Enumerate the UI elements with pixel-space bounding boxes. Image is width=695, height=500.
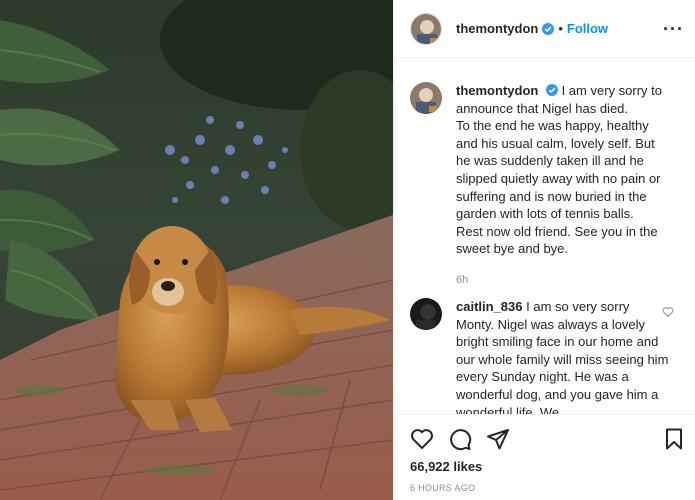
post-actions: 66,922 likes 6 HOURS AGO: [394, 414, 695, 500]
post-timestamp[interactable]: 6 HOURS AGO: [410, 483, 475, 493]
dog-on-brick-path-image: [0, 0, 393, 500]
comment-text: I am so very sorry Monty. Nigel was alwa…: [456, 299, 673, 414]
comment-button[interactable]: [448, 427, 472, 451]
share-icon: [487, 429, 509, 450]
profile-picture-icon: [410, 298, 442, 330]
action-icons-row: [410, 427, 510, 453]
post-photo[interactable]: [0, 0, 393, 500]
profile-picture-icon: [411, 13, 441, 44]
verified-badge-icon: [545, 84, 558, 96]
comment-icon: [450, 429, 472, 451]
caption-body: themontydon I am very sorry to announce …: [456, 82, 670, 290]
post-header: themontydon • Follow ···: [394, 0, 695, 58]
comment-item: caitlin_836 I am so very sorry Monty. Ni…: [410, 298, 680, 414]
follow-button[interactable]: Follow: [567, 21, 608, 36]
profile-picture-icon: [410, 82, 442, 114]
verified-badge-icon: [542, 22, 555, 35]
separator-dot: •: [558, 21, 563, 36]
like-button[interactable]: [410, 427, 434, 451]
caption-avatar[interactable]: [410, 82, 442, 114]
post-sidebar: themontydon • Follow ··· themontydon I a…: [393, 0, 695, 500]
comment-body: caitlin_836 I am so very sorry Monty. Ni…: [456, 298, 670, 414]
heart-icon: [411, 429, 433, 449]
likes-count[interactable]: 66,922 likes: [410, 459, 482, 474]
caption-timestamp[interactable]: 6h: [456, 272, 670, 290]
caption-text: I am very sorry to announce that Nigel h…: [456, 83, 662, 257]
avatar[interactable]: [410, 12, 442, 45]
caption-username[interactable]: themontydon: [456, 83, 538, 98]
save-button[interactable]: [662, 427, 686, 451]
share-button[interactable]: [486, 427, 510, 451]
comments-list[interactable]: themontydon I am very sorry to announce …: [394, 58, 695, 414]
more-options-icon[interactable]: ···: [663, 19, 684, 40]
post-caption: themontydon I am very sorry to announce …: [410, 82, 680, 290]
bookmark-icon: [666, 428, 682, 450]
commenter-avatar[interactable]: [410, 298, 442, 330]
comment-like-heart-icon[interactable]: [662, 306, 674, 318]
post-author-username[interactable]: themontydon: [456, 21, 538, 36]
comment-username[interactable]: caitlin_836: [456, 299, 523, 314]
